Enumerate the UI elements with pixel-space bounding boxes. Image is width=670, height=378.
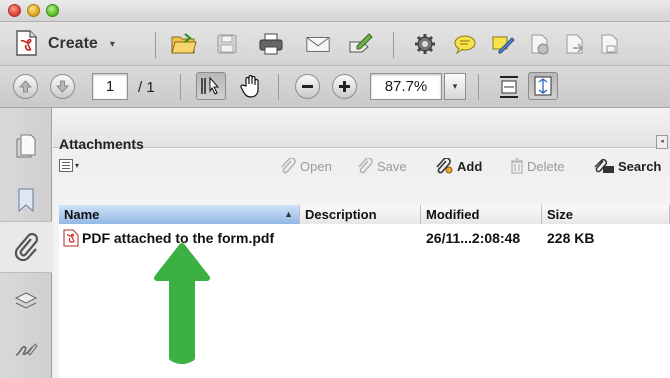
save-paperclip-icon	[358, 158, 373, 174]
add-paperclip-icon	[436, 158, 453, 174]
page-share-icon[interactable]	[597, 31, 623, 57]
open-label: Open	[300, 158, 332, 174]
collapse-panel-button[interactable]: ◂	[656, 135, 668, 149]
hand-icon	[240, 74, 259, 98]
create-pdf-icon	[14, 29, 40, 60]
zoom-in-button[interactable]	[332, 74, 357, 99]
toolbar-divider	[180, 74, 181, 100]
page-total-label: / 1	[138, 79, 155, 96]
plus-icon	[339, 81, 350, 92]
attachment-size-cell: 228 KB	[547, 230, 595, 246]
table-row[interactable]: PDF attached to the form.pdf 26/11...2:0…	[59, 228, 670, 248]
create-button[interactable]: Create ▾	[14, 29, 115, 59]
sort-ascending-icon: ▲	[284, 209, 293, 219]
open-paperclip-icon	[281, 158, 296, 174]
pdf-file-icon	[63, 229, 79, 247]
navigation-pane	[0, 108, 52, 378]
fit-width-icon	[500, 76, 518, 98]
add-attachment-button[interactable]: Add	[434, 157, 482, 175]
arrow-up-icon	[19, 80, 32, 93]
fit-width-button[interactable]	[496, 74, 522, 100]
toolbar-divider	[155, 32, 156, 58]
signatures-icon[interactable]	[10, 334, 42, 366]
page-export-icon[interactable]	[562, 31, 588, 57]
column-header-description[interactable]: Description	[300, 205, 421, 224]
bookmark-icon[interactable]	[10, 184, 42, 216]
options-list-icon	[59, 158, 73, 172]
edit-sign-icon[interactable]	[347, 31, 373, 57]
attachment-paperclip-icon[interactable]	[0, 221, 52, 273]
column-header-name[interactable]: Name ▲	[59, 205, 300, 224]
hand-tool-button[interactable]	[238, 73, 264, 99]
attachments-panel: Attachments ◂ ▾ Open Save Add Delete Sea…	[53, 108, 670, 378]
zoom-input[interactable]: 87.7%	[370, 73, 442, 100]
attachment-description-cell	[300, 228, 421, 248]
zoom-out-button[interactable]	[295, 74, 320, 99]
zoom-dropdown-button[interactable]: ▾	[444, 73, 466, 100]
delete-label: Delete	[527, 158, 565, 174]
layers-icon[interactable]	[10, 286, 42, 318]
chevron-down-icon: ▾	[109, 38, 115, 50]
minimize-window-button[interactable]	[27, 4, 40, 17]
attachments-panel-header: Attachments ◂	[53, 108, 670, 152]
open-folder-icon[interactable]	[171, 31, 197, 57]
trash-icon	[511, 158, 523, 174]
attachments-table-body: PDF attached to the form.pdf 26/11...2:0…	[59, 224, 670, 378]
gear-icon[interactable]	[412, 31, 438, 57]
next-page-button[interactable]	[50, 74, 75, 99]
save-attachment-button[interactable]: Save	[356, 157, 407, 175]
fit-page-icon	[534, 76, 552, 96]
arrow-down-icon	[56, 80, 69, 93]
attachments-table-header: Name ▲ Description Modified Size	[59, 205, 670, 224]
select-tool-button[interactable]	[196, 72, 226, 100]
comment-bubble-icon[interactable]	[452, 31, 478, 57]
green-arrow-annotation	[154, 243, 210, 364]
page-stop-icon[interactable]	[527, 31, 553, 57]
chevron-down-icon: ▾	[75, 160, 80, 170]
pages-icon[interactable]	[10, 130, 42, 162]
add-label: Add	[457, 158, 483, 174]
page-number-input[interactable]: 1	[92, 73, 128, 100]
close-window-button[interactable]	[8, 4, 21, 17]
maximize-window-button[interactable]	[46, 4, 59, 17]
search-paperclip-icon	[594, 158, 614, 173]
attachments-toolbar: ▾ Open Save Add Delete Search	[53, 149, 670, 179]
options-menu-button[interactable]: ▾	[59, 157, 85, 173]
attachment-modified-cell: 26/11...2:08:48	[426, 230, 521, 246]
print-icon[interactable]	[258, 31, 284, 57]
search-label: Search	[618, 158, 662, 174]
highlight-pen-icon[interactable]	[490, 31, 516, 57]
fit-page-button[interactable]	[528, 72, 558, 100]
toolbar-divider	[393, 32, 394, 58]
save-disk-icon[interactable]	[214, 31, 240, 57]
cursor-select-icon	[201, 76, 220, 95]
toolbar-divider	[478, 74, 479, 100]
previous-page-button[interactable]	[13, 74, 38, 99]
column-header-size[interactable]: Size	[542, 205, 670, 224]
search-attachment-button[interactable]: Search	[593, 157, 661, 175]
save-label: Save	[377, 158, 407, 174]
open-attachment-button[interactable]: Open	[279, 157, 332, 175]
toolbar-divider	[278, 74, 279, 100]
email-icon[interactable]	[305, 31, 331, 57]
create-label: Create	[48, 35, 98, 52]
main-toolbar: Create ▾	[0, 22, 670, 66]
minus-icon	[302, 85, 313, 88]
column-header-modified[interactable]: Modified	[421, 205, 542, 224]
delete-attachment-button[interactable]: Delete	[510, 157, 565, 175]
window-titlebar	[0, 0, 670, 22]
